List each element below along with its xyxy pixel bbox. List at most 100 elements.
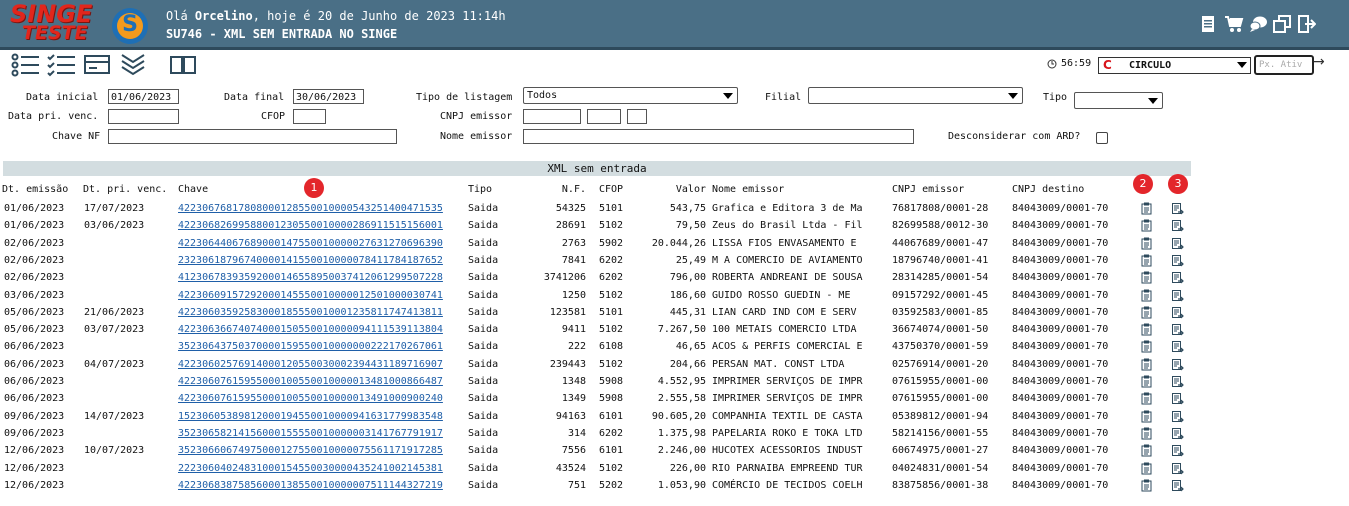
clipboard-icon[interactable] [1140,392,1153,405]
clipboard-icon[interactable] [1140,444,1153,457]
export-document-icon[interactable] [1171,237,1184,250]
list-icon[interactable] [11,53,41,77]
cell-tipo: Saida [468,324,499,335]
cell-chave-link[interactable]: 4223064406768900014755001000002763127069… [178,238,443,249]
clipboard-icon[interactable] [1140,237,1153,250]
cell-chave-link[interactable]: 4123067839359200014655895003741206129950… [178,272,443,283]
clipboard-icon[interactable] [1140,202,1153,215]
tipo-select[interactable] [1074,92,1163,109]
export-document-icon[interactable] [1171,340,1184,353]
chave-nf-input[interactable] [108,129,397,144]
session-timer: 56:59 [1061,58,1092,69]
export-document-icon[interactable] [1171,410,1184,423]
clipboard-icon[interactable] [1140,375,1153,388]
cell-cnpj-destino: 84043009/0001-70 [1012,238,1109,249]
cell-dt-emissao: 12/06/2023 [4,480,65,491]
cell-chave-link[interactable]: 3523066067497500012755001000007556117191… [178,445,443,456]
desconsiderar-ard-checkbox[interactable] [1096,132,1108,144]
logo-line2: TESTE [22,22,88,44]
cell-chave-link[interactable]: 4223060761595500010055001000001348100086… [178,376,443,387]
cell-dt-emissao: 06/06/2023 [4,376,65,387]
clipboard-icon[interactable] [1140,340,1153,353]
export-document-icon[interactable] [1171,392,1184,405]
clipboard-icon[interactable] [1140,410,1153,423]
clipboard-icon[interactable] [1140,219,1153,232]
clipboard-icon[interactable] [1140,462,1153,475]
cell-chave-link[interactable]: 3523065821415600015555001000000314176779… [178,428,443,439]
filial-select[interactable] [808,87,1023,104]
cnpj-emissor-part2[interactable] [587,109,621,124]
cell-chave-link[interactable]: 4223068387585600013855001000000751114432… [178,480,443,491]
cfop-input[interactable] [293,109,326,124]
cnpj-emissor-part1[interactable] [523,109,581,124]
cell-nome-emissor: LISSA FIOS ENVASAMENTO E [712,238,857,249]
cell-cnpj-destino: 84043009/0001-70 [1012,480,1109,491]
clipboard-icon[interactable] [1140,427,1153,440]
cell-chave-link[interactable]: 4223060257691400012055003000239443118971… [178,359,443,370]
chevrons-down-icon[interactable] [119,53,149,77]
cart-icon[interactable] [1224,14,1244,34]
px-ativ-input[interactable]: Px. Ativ [1254,55,1314,75]
clipboard-icon[interactable] [1140,358,1153,371]
cell-dt-pri-venc: 04/07/2023 [84,359,145,370]
cnpj-emissor-part3[interactable] [627,109,647,124]
export-document-icon[interactable] [1171,254,1184,267]
clipboard-icon[interactable] [1140,271,1153,284]
export-document-icon[interactable] [1171,427,1184,440]
col-nome-emissor: Nome emissor [712,184,785,195]
cell-nf: 7556 [561,445,586,456]
document-icon[interactable] [1198,14,1218,34]
cell-cfop: 6202 [599,255,624,266]
cell-chave-link[interactable]: 2223060402483100015455003000043524100214… [178,463,443,474]
data-pri-venc-input[interactable] [108,109,179,124]
cell-cnpj-emissor: 60674975/0001-27 [892,445,989,456]
cell-chave-link[interactable]: 4223063667407400015055001000009411153911… [178,324,443,335]
export-document-icon[interactable] [1171,219,1184,232]
export-document-icon[interactable] [1171,375,1184,388]
nome-emissor-input[interactable] [523,129,914,144]
cell-cfop: 5102 [599,463,624,474]
chevron-down-icon [1148,98,1158,104]
cell-cnpj-destino: 84043009/0001-70 [1012,411,1109,422]
cell-chave-link[interactable]: 3523064375037000015955001000000022217026… [178,341,443,352]
cell-chave-link[interactable]: 4223060915729200014555001000001250100003… [178,290,443,301]
export-document-icon[interactable] [1171,358,1184,371]
exit-icon[interactable] [1296,14,1316,34]
clipboard-icon[interactable] [1140,479,1153,492]
tipo-listagem-value: Todos [527,90,558,101]
export-document-icon[interactable] [1171,462,1184,475]
table-row: 02/06/2023 422306440676890001475500100000… [0,235,1349,252]
card-icon[interactable] [83,53,113,77]
cell-cnpj-destino: 84043009/0001-70 [1012,324,1109,335]
export-document-icon[interactable] [1171,306,1184,319]
table-row: 09/06/2023 14/07/2023 15230605389812000194… [0,408,1349,425]
export-document-icon[interactable] [1171,323,1184,336]
cell-chave-link[interactable]: 4223060359258300018555001000123581174741… [178,307,443,318]
clipboard-icon[interactable] [1140,323,1153,336]
checklist-icon[interactable] [47,53,77,77]
cell-chave-link[interactable]: 2323061879674000014155001000007841178418… [178,255,443,266]
clipboard-icon[interactable] [1140,289,1153,302]
data-final-input[interactable]: 30/06/2023 [293,89,364,104]
chat-icon[interactable] [1248,14,1268,34]
clipboard-icon[interactable] [1140,254,1153,267]
export-document-icon[interactable] [1171,202,1184,215]
clipboard-icon[interactable] [1140,306,1153,319]
export-document-icon[interactable] [1171,479,1184,492]
cell-chave-link[interactable]: 1523060538981200019455001000094163177998… [178,411,443,422]
arrow-right-icon[interactable]: → [1313,54,1325,70]
windows-icon[interactable] [1272,14,1292,34]
data-inicial-input[interactable]: 01/06/2023 [108,89,179,104]
cell-cfop: 5102 [599,220,624,231]
cell-chave-link[interactable]: 4223060761595500010055001000001349100090… [178,393,443,404]
cell-chave-link[interactable]: 4223067681780800012855001000054325140047… [178,203,443,214]
cell-chave-link[interactable]: 4223068269958800123055001000028691151515… [178,220,443,231]
company-select[interactable]: C CIRCULO [1098,57,1251,74]
export-document-icon[interactable] [1171,289,1184,302]
singe-logo[interactable]: SINGE TESTE [10,2,106,46]
export-document-icon[interactable] [1171,444,1184,457]
cell-valor: 204,66 [669,359,706,370]
tipo-listagem-select[interactable]: Todos [523,87,738,104]
export-document-icon[interactable] [1171,271,1184,284]
book-icon[interactable] [169,53,199,77]
